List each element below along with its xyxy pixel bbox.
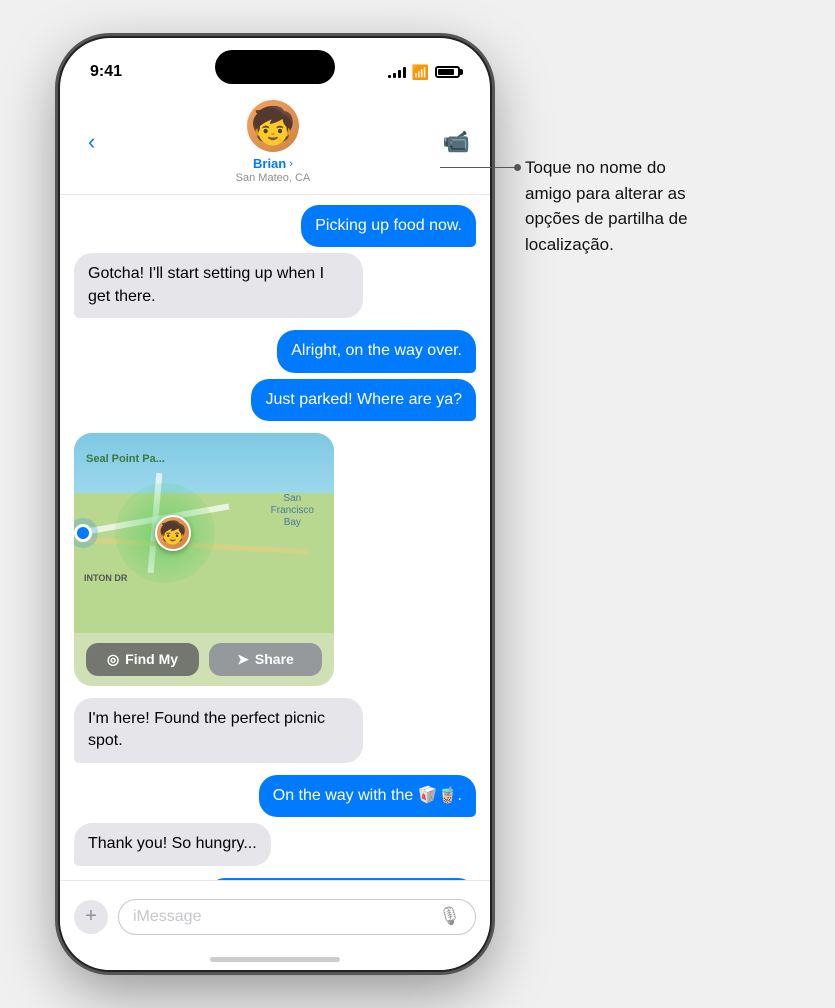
annotation-container: Toque no nome doamigo para alterar asopç… <box>525 155 805 257</box>
video-call-button[interactable]: 📹 <box>443 129 470 155</box>
message-bubble-sent: Just parked! Where are ya? <box>251 379 476 421</box>
find-my-label: Find My <box>125 651 178 667</box>
message-bubble-sent: Alright, on the way over. <box>277 330 476 372</box>
message-text: Just parked! Where are ya? <box>265 391 462 408</box>
status-time: 9:41 <box>90 63 122 81</box>
map-bay-label: SanFranciscoBay <box>271 493 314 529</box>
annotation-line <box>440 167 520 168</box>
message-bubble-sent: On the way with the 🥡🧋. <box>259 775 476 817</box>
map-image: 🧒 Seal Point Pa... SanFranciscoBay INTON… <box>74 433 334 633</box>
share-icon: ➤ <box>237 651 249 668</box>
avatar: 🧒 <box>247 100 299 152</box>
status-icons: 📶 <box>388 64 460 81</box>
message-row: Alright, on the way over. <box>74 330 476 372</box>
message-row: Just parked! Where are ya? <box>74 379 476 421</box>
message-row: Gotcha! I'll start setting up when I get… <box>74 253 476 318</box>
message-bubble-received: I'm here! Found the perfect picnic spot. <box>74 698 363 763</box>
message-text: Alright, on the way over. <box>291 342 462 359</box>
messages-area: Picking up food now. Gotcha! I'll start … <box>60 195 490 913</box>
mic-button[interactable]: 🎙 <box>438 906 461 927</box>
message-row: On the way with the 🥡🧋. <box>74 775 476 817</box>
message-bubble-received: Gotcha! I'll start setting up when I get… <box>74 253 363 318</box>
map-buttons: ◎ Find My ➤ Share <box>74 633 334 686</box>
message-text: I'm here! Found the perfect picnic spot. <box>88 710 325 749</box>
phone-frame: 9:41 📶 ‹ 🧒 Brian › San Mateo, CA <box>60 38 490 970</box>
map-avatar-pin: 🧒 <box>155 515 191 551</box>
battery-icon <box>435 66 460 78</box>
contact-header[interactable]: 🧒 Brian › San Mateo, CA <box>236 100 311 184</box>
add-button[interactable]: + <box>74 900 108 934</box>
find-my-button[interactable]: ◎ Find My <box>86 643 199 676</box>
avatar-memoji: 🧒 <box>251 108 296 144</box>
map-park-label: Seal Point Pa... <box>86 453 165 465</box>
share-location-button[interactable]: ➤ Share <box>209 643 322 676</box>
back-button[interactable]: ‹ <box>80 125 103 159</box>
signal-icon <box>388 66 406 78</box>
share-label: Share <box>255 651 294 667</box>
message-row: 🧒 Seal Point Pa... SanFranciscoBay INTON… <box>74 433 476 686</box>
map-street-label: INTON DR <box>84 573 127 583</box>
message-row: Thank you! So hungry... <box>74 823 476 865</box>
message-text: On the way with the 🥡🧋. <box>273 787 462 804</box>
home-indicator <box>210 957 340 962</box>
message-input[interactable]: iMessage 🎙 <box>118 899 476 935</box>
contact-name: Brian <box>253 156 286 171</box>
message-text: Gotcha! I'll start setting up when I get… <box>88 265 324 304</box>
chevron-right-icon: › <box>289 158 293 170</box>
message-bubble-received: Thank you! So hungry... <box>74 823 271 865</box>
status-bar: 9:41 📶 <box>60 38 490 92</box>
contact-subtitle: San Mateo, CA <box>236 172 311 184</box>
message-bubble-sent: Picking up food now. <box>301 205 476 247</box>
input-placeholder: iMessage <box>133 908 201 926</box>
annotation-text: Toque no nome doamigo para alterar asopç… <box>525 155 805 257</box>
message-row: I'm here! Found the perfect picnic spot. <box>74 698 476 763</box>
wifi-icon: 📶 <box>412 64 429 81</box>
contact-name-row: Brian › <box>253 156 293 171</box>
message-row: Picking up food now. <box>74 205 476 247</box>
find-my-icon: ◎ <box>107 651 119 668</box>
navigation-bar: ‹ 🧒 Brian › San Mateo, CA 📹 <box>60 92 490 195</box>
message-text: Picking up food now. <box>315 217 462 234</box>
map-bubble: 🧒 Seal Point Pa... SanFranciscoBay INTON… <box>74 433 334 686</box>
message-text: Thank you! So hungry... <box>88 835 257 852</box>
